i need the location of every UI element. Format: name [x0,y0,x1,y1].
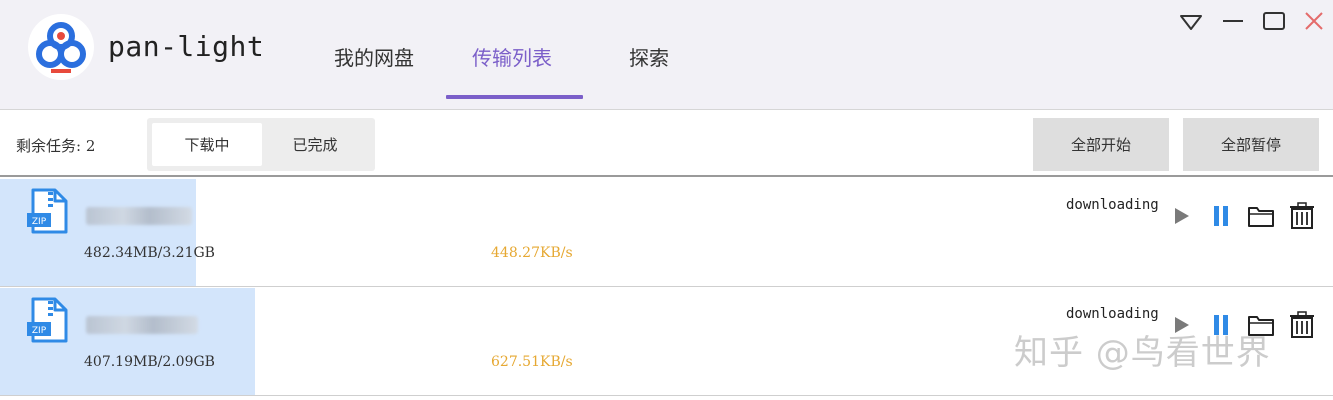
download-speed: 448.27KB/s [491,245,573,261]
size-progress: 482.34MB/3.21GB [84,245,215,261]
task-status: downloading [1066,306,1159,322]
tab-transfer-list[interactable]: 传输列表 [472,42,552,71]
task-status: downloading [1066,197,1159,213]
pause-all-button[interactable]: 全部暂停 [1183,118,1319,171]
active-tab-indicator [446,95,583,99]
file-name-redacted [86,207,192,225]
tab-explore[interactable]: 探索 [629,42,669,71]
watermark: 知乎 @鸟看世界 [1014,333,1271,373]
download-speed: 627.51KB/s [491,354,573,370]
dropdown-icon[interactable] [1177,8,1205,36]
play-icon[interactable] [1166,201,1196,231]
folder-icon[interactable] [1246,201,1276,231]
minimize-icon[interactable] [1219,8,1247,36]
app-title: pan-light [108,30,265,63]
maximize-icon[interactable] [1260,8,1288,36]
zip-file-icon: ZIP [24,187,74,237]
remaining-tasks-label: 剩余任务: 2 [16,137,96,155]
svg-text:ZIP: ZIP [32,217,47,227]
zip-file-icon: ZIP [24,296,74,346]
task-row[interactable]: ZIP 482.34MB/3.21GB 448.27KB/s downloadi… [0,179,1333,287]
trash-icon[interactable] [1287,310,1317,340]
start-all-button[interactable]: 全部开始 [1033,118,1169,171]
trash-icon[interactable] [1287,201,1317,231]
size-progress: 407.19MB/2.09GB [84,354,215,370]
app-logo [28,14,94,80]
transfer-toolbar: 剩余任务: 2 下载中 已完成 全部开始 全部暂停 [0,110,1333,177]
title-bar: pan-light 我的网盘 传输列表 探索 [0,0,1333,110]
segment-completed[interactable]: 已完成 [260,123,370,166]
file-name-redacted [86,316,198,334]
cloud-logo-icon [36,22,86,73]
svg-text:ZIP: ZIP [32,326,47,336]
pause-icon[interactable] [1206,201,1236,231]
close-icon[interactable] [1300,8,1328,36]
tab-my-netdisk[interactable]: 我的网盘 [334,42,414,71]
download-status-switch: 下载中 已完成 [147,118,375,171]
segment-downloading[interactable]: 下载中 [152,123,262,166]
